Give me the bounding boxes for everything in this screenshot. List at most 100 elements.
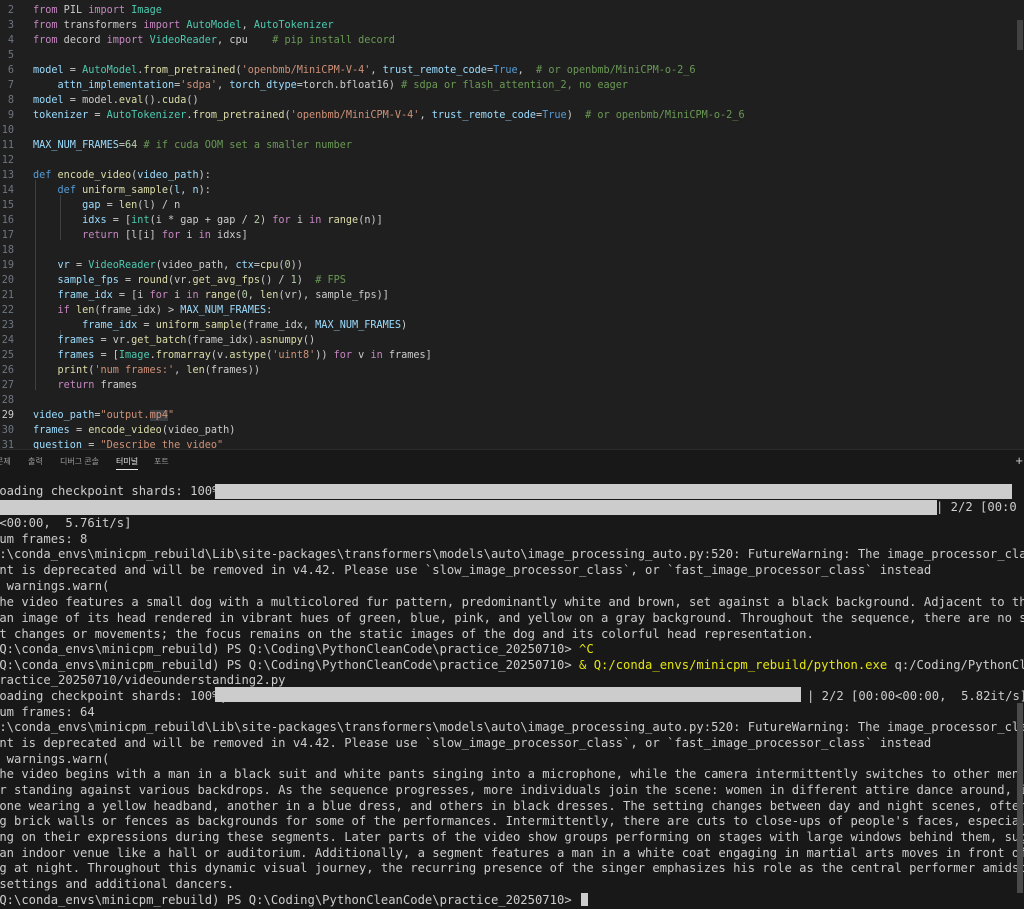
code-text: from PIL import Image (33, 5, 162, 16)
code-text: model = AutoModel.from_pretrained('openb… (33, 65, 696, 76)
code-line[interactable]: 9 tokenizer = AutoTokenizer.from_pretrain… (0, 108, 1024, 123)
code-text: question = "Describe the video" (33, 440, 224, 449)
code-text: frame_idx = [i for i in range(0, len(vr)… (57, 290, 389, 301)
code-text: gap = len(l) / n (82, 200, 181, 211)
code-line[interactable]: 27 return frames (0, 378, 1024, 393)
terminal-line: warnings.warn( (0, 752, 110, 766)
terminal-line: The video features a small dog with a mu… (0, 595, 1024, 609)
code-line[interactable]: 26 print('num frames:', len(frames)) (0, 363, 1024, 378)
line-number: 9 (7, 110, 14, 121)
line-number: 8 (7, 95, 14, 106)
line-number: 16 (1, 215, 14, 226)
terminal-line: Q:\conda_envs\minicpm_rebuild\Lib\site-p… (0, 547, 1024, 561)
panel-tab-bar: 문제 출력 디버그 콘솔 터미널 포트 + (0, 449, 1024, 473)
terminal-line: (Q:\conda_envs\minicpm_rebuild) PS Q:\Co… (0, 658, 1024, 672)
terminal-line: Q:\conda_envs\minicpm_rebuild\Lib\site-p… (0, 720, 1024, 734)
code-line[interactable]: 21 frame_idx = [i for i in range(0, len(… (0, 288, 1024, 303)
line-number: 26 (1, 365, 14, 376)
terminal-scrollbar[interactable] (1016, 473, 1024, 909)
terminal-line: ng brick walls or fences as backgrounds … (0, 814, 1024, 828)
line-number: 20 (1, 275, 14, 286)
code-line[interactable]: 7 attn_implementation='sdpa', torch_dtyp… (0, 78, 1024, 93)
code-line[interactable]: 28 (0, 393, 1024, 408)
terminal-line: Loading checkpoint shards: 100%| | 2/2 [0… (0, 689, 1024, 703)
code-editor[interactable]: 2 from PIL import Image 3 from transformers… (0, 0, 1024, 449)
line-number: 2 (7, 5, 14, 16)
code-line[interactable]: 13 def encode_video(video_path): (0, 168, 1024, 183)
code-line[interactable]: 3 from transformers import AutoModel, Aut… (0, 18, 1024, 33)
code-line[interactable]: 16 idxs = [int(i * gap + gap / 2) for i … (0, 213, 1024, 228)
code-text: sample_fps = round(vr.get_avg_fps() / 1)… (57, 275, 346, 286)
line-number: 28 (1, 395, 14, 406)
line-number: 5 (7, 50, 14, 61)
terminal-line: Loading checkpoint shards: 100%| (0, 484, 227, 498)
code-line[interactable]: 12 (0, 153, 1024, 168)
code-line[interactable]: 19 vr = VideoReader(video_path, ctx=cpu(… (0, 258, 1024, 273)
line-number: 30 (1, 425, 14, 436)
code-line[interactable]: 18 (0, 243, 1024, 258)
code-text: print('num frames:', len(frames)) (57, 365, 260, 376)
code-text: frames = vr.get_batch(frame_idx).asnumpy… (57, 335, 316, 346)
terminal[interactable]: Loading checkpoint shards: 100%| | 2/2 [… (0, 473, 1024, 909)
line-number: 27 (1, 380, 14, 391)
line-number: 14 (1, 185, 14, 196)
tab-problems[interactable]: 문제 (0, 456, 11, 467)
terminal-line: nt changes or movements; the focus remai… (0, 627, 814, 641)
tab-output[interactable]: 출력 (28, 456, 43, 467)
terminal-line: one wearing a yellow headband, another i… (0, 799, 1024, 813)
code-text: model = model.eval().cuda() (33, 95, 199, 106)
tab-ports[interactable]: 포트 (154, 456, 169, 467)
code-text: return frames (57, 380, 138, 391)
code-line[interactable]: 31 question = "Describe the video" (0, 438, 1024, 449)
code-line[interactable]: 15 gap = len(l) / n (0, 198, 1024, 213)
code-line[interactable]: 17 return [l[i] for i in idxs] (0, 228, 1024, 243)
code-line[interactable]: 5 (0, 48, 1024, 63)
plus-icon[interactable]: + (1015, 453, 1023, 468)
line-number: 21 (1, 290, 14, 301)
line-number: 11 (1, 140, 14, 151)
line-number: 6 (7, 65, 14, 76)
code-text: from decord import VideoReader, cpu # pi… (33, 35, 395, 46)
terminal-line: an indoor venue like a hall or auditoriu… (0, 846, 1024, 860)
code-text: idxs = [int(i * gap + gap / 2) for i in … (82, 215, 383, 226)
code-line[interactable]: 30 frames = encode_video(video_path) (0, 423, 1024, 438)
code-line[interactable]: 22 if len(frame_idx) > MAX_NUM_FRAMES: (0, 303, 1024, 318)
code-line[interactable]: 14 def uniform_sample(l, n): (0, 183, 1024, 198)
tab-debug-console[interactable]: 디버그 콘솔 (60, 456, 99, 467)
terminal-line: (Q:\conda_envs\minicpm_rebuild) PS Q:\Co… (0, 642, 594, 656)
code-line[interactable]: 25 frames = [Image.fromarray(v.astype('u… (0, 348, 1024, 363)
code-text: MAX_NUM_FRAMES=64 # if cuda OOM set a sm… (33, 140, 352, 151)
code-line[interactable]: 10 (0, 123, 1024, 138)
code-text: video_path="output.mp4" (33, 410, 175, 421)
tab-terminal[interactable]: 터미널 (116, 456, 139, 470)
line-number: 15 (1, 200, 14, 211)
code-line[interactable]: 11 MAX_NUM_FRAMES=64 # if cuda OOM set a … (0, 138, 1024, 153)
code-line[interactable]: 4 from decord import VideoReader, cpu # p… (0, 33, 1024, 48)
code-line[interactable]: 8 model = model.eval().cuda() (0, 93, 1024, 108)
terminal-line: num frames: 64 (0, 705, 95, 719)
terminal-scrollbar-thumb[interactable] (1017, 703, 1023, 893)
line-number: 13 (1, 170, 14, 181)
terminal-line: 0<00:00, 5.76it/s] (0, 516, 132, 530)
code-line[interactable]: 2 from PIL import Image (0, 3, 1024, 18)
terminal-prompt[interactable]: (Q:\conda_envs\minicpm_rebuild) PS Q:\Co… (0, 892, 1024, 908)
terminal-line: ent is deprecated and will be removed in… (0, 563, 932, 577)
code-text: return [l[i] for i in idxs] (82, 230, 248, 241)
line-number: 7 (7, 80, 14, 91)
code-line[interactable]: 29 video_path="output.mp4" (0, 408, 1024, 423)
line-number: 12 (1, 155, 14, 166)
line-number: 17 (1, 230, 14, 241)
line-number: 24 (1, 335, 14, 346)
code-text: def uniform_sample(l, n): (57, 185, 211, 196)
line-number: 4 (7, 35, 14, 46)
code-text: tokenizer = AutoTokenizer.from_pretraine… (33, 110, 745, 121)
code-line[interactable]: 23 frame_idx = uniform_sample(frame_idx,… (0, 318, 1024, 333)
code-text: vr = VideoReader(video_path, ctx=cpu(0)) (57, 260, 303, 271)
code-text: frames = [Image.fromarray(v.astype('uint… (57, 350, 432, 361)
line-number: 31 (1, 440, 14, 449)
code-line[interactable]: 24 frames = vr.get_batch(frame_idx).asnu… (0, 333, 1024, 348)
terminal-line: The video begins with a man in a black s… (0, 767, 1024, 781)
terminal-line: practice_20250710/videounderstanding2.py (0, 673, 286, 687)
code-line[interactable]: 6 model = AutoModel.from_pretrained('open… (0, 63, 1024, 78)
code-line[interactable]: 20 sample_fps = round(vr.get_avg_fps() /… (0, 273, 1024, 288)
